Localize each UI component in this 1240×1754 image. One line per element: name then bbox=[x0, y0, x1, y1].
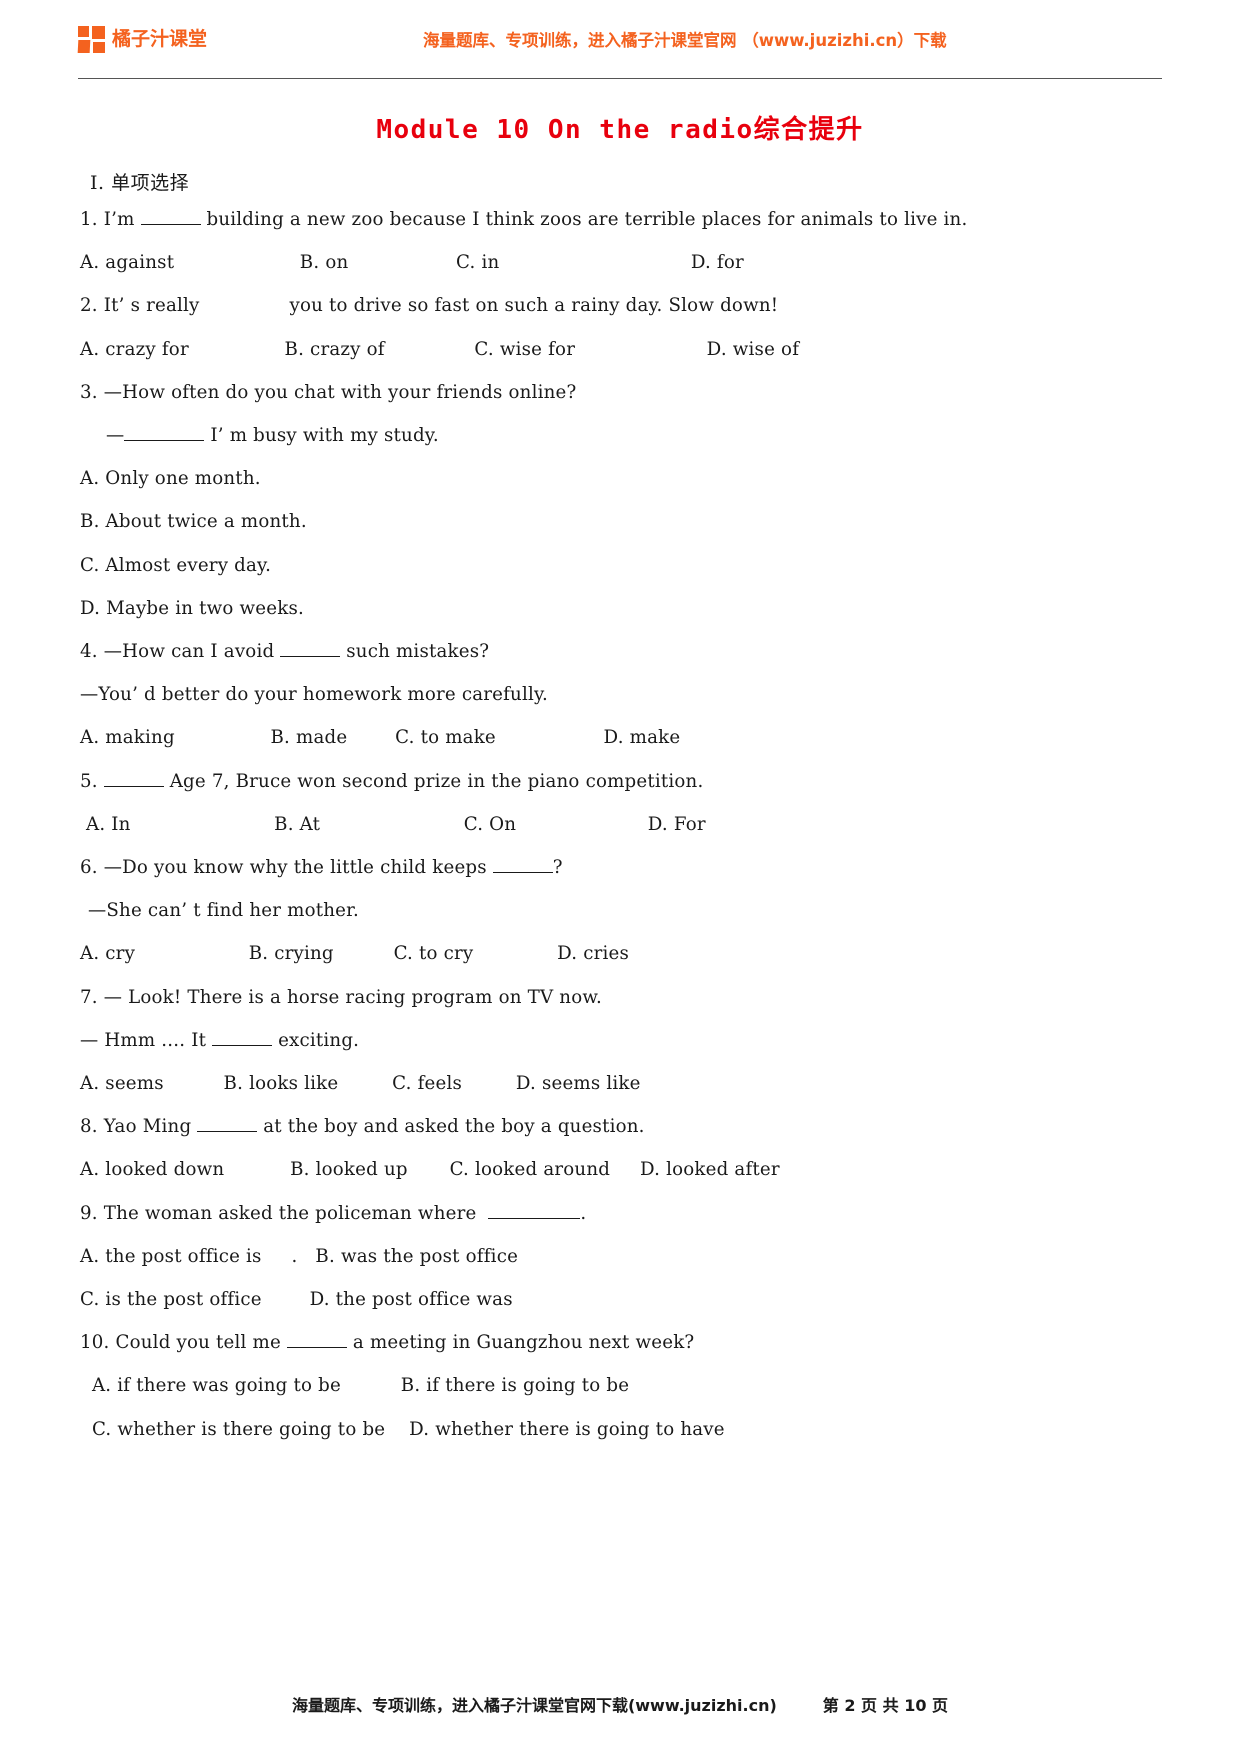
question-options[interactable]: A. seems B. looks like C. feels D. seems… bbox=[80, 1074, 1160, 1093]
question-text: — Hmm .... It bbox=[80, 1029, 213, 1051]
answer-blank[interactable] bbox=[492, 872, 553, 874]
question-stem: 6. —Do you know why the little child kee… bbox=[80, 857, 1160, 879]
answer-blank[interactable] bbox=[280, 656, 341, 658]
question-stem: 8. Yao Ming at the boy and asked the boy… bbox=[80, 1118, 1160, 1136]
footer-note: 海量题库、专项训练，进入橘子汁课堂官网下载(www.juzizhi.cn) bbox=[291, 1696, 777, 1715]
question-stem: 2. It’ s really you to drive so fast on … bbox=[80, 297, 1160, 315]
question-stem: 10. Could you tell me a meeting in Guang… bbox=[80, 1334, 1160, 1352]
question-option[interactable]: D. Maybe in two weeks. bbox=[80, 599, 1160, 618]
question-options[interactable]: A. against B. on C. in D. for bbox=[80, 254, 1160, 272]
question-stem-line2: —She can’ t find her mother. bbox=[88, 900, 359, 922]
answer-blank[interactable] bbox=[488, 1217, 581, 1219]
question-text: you to drive so fast on such a rainy day… bbox=[283, 295, 779, 317]
document-page: 橘子汁课堂 海量题库、专项训练，进入橘子汁课堂官网 （www.juzizhi.c… bbox=[0, 0, 1240, 1754]
question-stem-line2: —You’ d better do your homework more car… bbox=[80, 684, 549, 706]
question-text: 1. I’m bbox=[80, 209, 141, 230]
answer-blank[interactable] bbox=[286, 1347, 347, 1349]
question-text: 8. Yao Ming bbox=[80, 1116, 198, 1138]
question-text: — bbox=[106, 425, 125, 447]
question-text: 4. —How can I avoid bbox=[80, 641, 281, 663]
question-options[interactable]: C. is the post office D. the post office… bbox=[80, 1290, 1160, 1309]
footer-page-number: 第 2 页 共 10 页 bbox=[822, 1696, 949, 1715]
section-heading: Ⅰ. 单项选择 bbox=[90, 172, 190, 194]
answer-blank[interactable] bbox=[197, 1131, 258, 1133]
question-text: 9. The woman asked the policeman where bbox=[80, 1202, 489, 1224]
question-options[interactable]: A. crazy for B. crazy of C. wise for D. … bbox=[80, 340, 1160, 359]
question-options[interactable]: C. whether is there going to be D. wheth… bbox=[80, 1420, 1160, 1439]
question-text: a meeting in Guangzhou next week? bbox=[346, 1332, 695, 1354]
question-stem: 5. Age 7, Bruce won second prize in the … bbox=[80, 770, 1160, 792]
answer-blank[interactable] bbox=[140, 224, 201, 225]
question-options[interactable]: A. making B. made C. to make D. make bbox=[80, 729, 1160, 747]
question-options[interactable]: A. the post office is . B. was the post … bbox=[80, 1247, 1160, 1266]
question-text: ? bbox=[552, 857, 563, 879]
answer-blank[interactable] bbox=[212, 1044, 273, 1046]
page-title: Module 10 On the radio综合提升 bbox=[376, 115, 864, 145]
question-text: 5. bbox=[80, 770, 104, 792]
question-stem: 9. The woman asked the policeman where . bbox=[80, 1202, 1160, 1224]
question-text: such mistakes? bbox=[340, 641, 490, 663]
page-footer: 海量题库、专项训练，进入橘子汁课堂官网下载(www.juzizhi.cn) 第 … bbox=[0, 1692, 1240, 1716]
question-text: 10. Could you tell me bbox=[80, 1332, 287, 1354]
question-options[interactable]: A. In B. At C. On D. For bbox=[80, 815, 1160, 834]
header-divider bbox=[78, 78, 1162, 79]
question-text: . bbox=[580, 1202, 587, 1224]
page-header: 橘子汁课堂 海量题库、专项训练，进入橘子汁课堂官网 （www.juzizhi.c… bbox=[77, 0, 1162, 78]
question-stem: 3. —How often do you chat with your frie… bbox=[80, 381, 577, 403]
answer-blank[interactable] bbox=[103, 785, 164, 787]
question-text: 2. It’ s really bbox=[80, 295, 206, 317]
question-reply: — Hmm .... It exciting. bbox=[80, 1029, 1160, 1051]
question-options[interactable]: A. looked down B. looked up C. looked ar… bbox=[80, 1161, 1160, 1179]
answer-blank[interactable] bbox=[124, 440, 205, 442]
question-options[interactable]: A. cry B. crying C. to cry D. cries bbox=[80, 945, 1160, 963]
question-stem: 4. —How can I avoid such mistakes? bbox=[80, 641, 1160, 663]
question-option[interactable]: A. Only one month. bbox=[80, 470, 1160, 488]
brand-name: 橘子汁课堂 bbox=[112, 27, 208, 50]
question-stem: 7. — Look! There is a horse racing progr… bbox=[80, 986, 602, 1008]
question-options[interactable]: A. if there was going to be B. if there … bbox=[80, 1377, 1160, 1395]
header-slogan: 海量题库、专项训练，进入橘子汁课堂官网 （www.juzizhi.cn）下载 bbox=[423, 31, 947, 50]
exercise-content: Ⅰ. 单项选择 1. I’m building a new zoo becaus… bbox=[80, 168, 1160, 1439]
four-squares-icon bbox=[77, 25, 105, 53]
question-option[interactable]: C. Almost every day. bbox=[80, 556, 1160, 575]
question-option[interactable]: B. About twice a month. bbox=[80, 513, 1160, 531]
question-reply: — I’ m busy with my study. bbox=[80, 425, 1160, 447]
question-text: Age 7, Bruce won second prize in the pia… bbox=[163, 770, 704, 792]
question-text: 6. —Do you know why the little child kee… bbox=[80, 857, 493, 879]
brand-logo: 橘子汁课堂 bbox=[77, 25, 208, 53]
question-stem: 1. I’m building a new zoo because I thin… bbox=[80, 209, 1160, 230]
question-text: at the boy and asked the boy a question. bbox=[257, 1116, 645, 1138]
question-text: building a new zoo because I think zoos … bbox=[200, 209, 968, 230]
question-text: exciting. bbox=[272, 1029, 360, 1051]
question-text: I’ m busy with my study. bbox=[204, 425, 439, 447]
